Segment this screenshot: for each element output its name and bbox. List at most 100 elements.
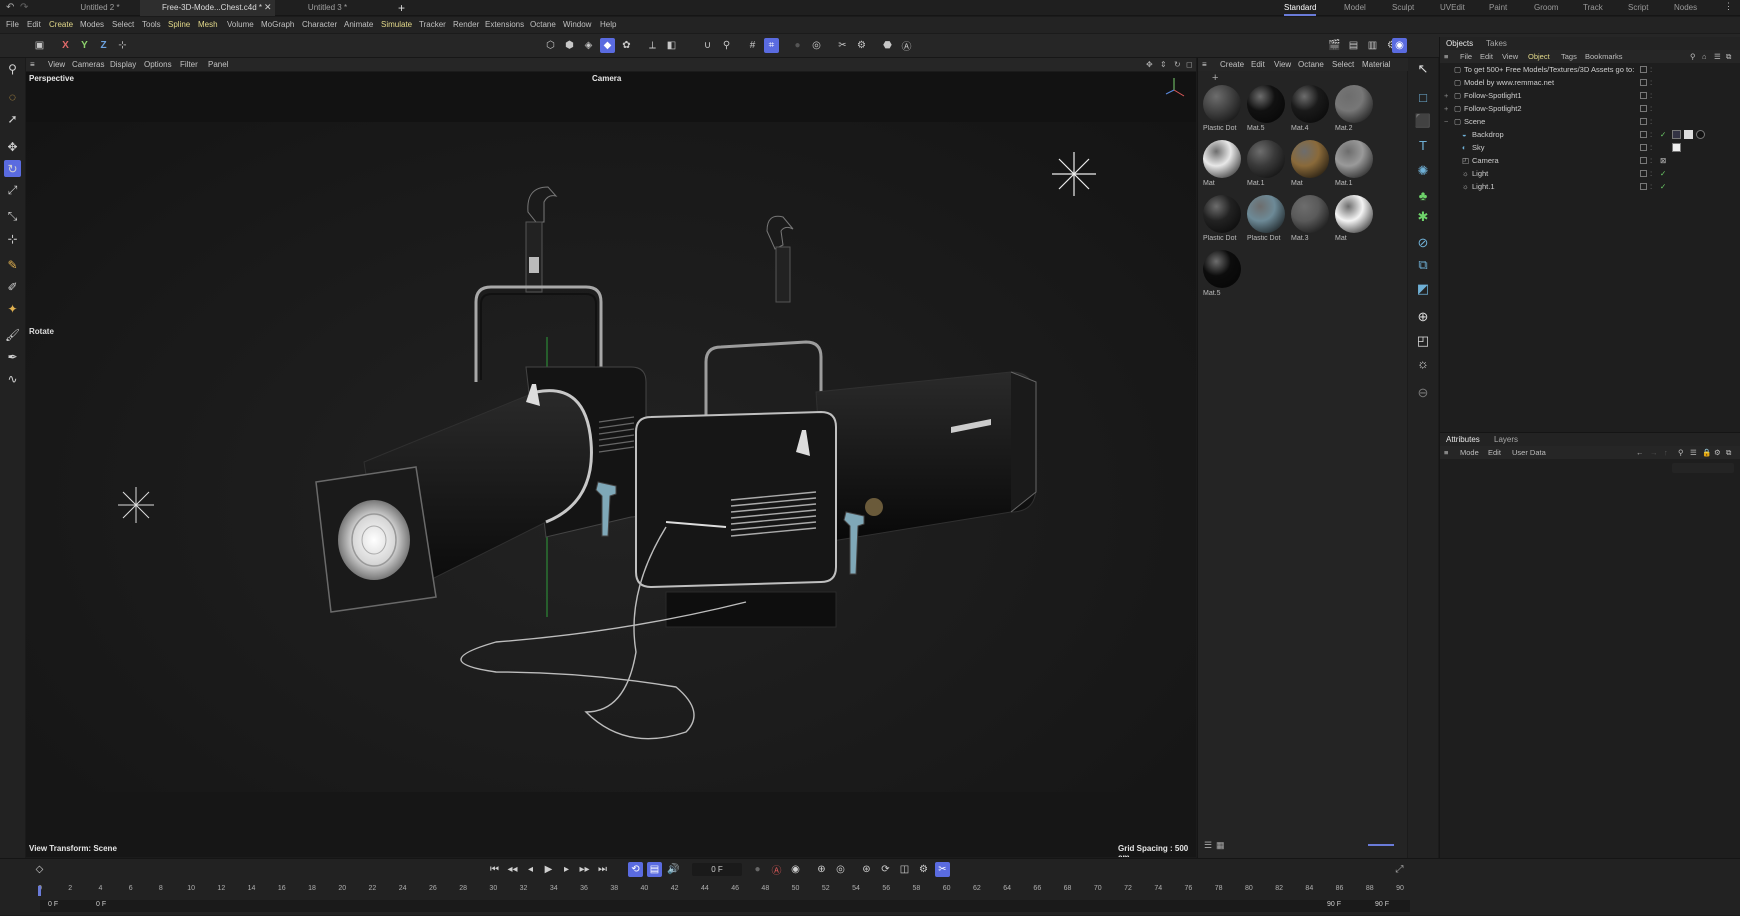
lock-icon[interactable]: 🔒 (1702, 446, 1711, 459)
object-row-spotlight1[interactable]: + ▢ Follow-Spotlight1 (1440, 89, 1740, 102)
menu-animate[interactable]: Animate (344, 17, 373, 33)
visibility-dots-icon[interactable]: : (1650, 180, 1652, 193)
menu-simulate[interactable]: Simulate (381, 17, 412, 33)
visibility-dots-icon[interactable]: : (1650, 141, 1652, 154)
expand-icon[interactable]: + (1444, 102, 1448, 115)
layout-sculpt[interactable]: Sculpt (1392, 0, 1414, 16)
object-row-camera[interactable]: ◰ Camera ⊠ (1440, 154, 1740, 167)
material-tag-icon[interactable] (1672, 143, 1681, 152)
deformer-icon-green[interactable]: ✱ (1414, 208, 1432, 226)
object-row-spotlight2[interactable]: + ▢ Follow-Spotlight2 (1440, 102, 1740, 115)
layer-checkbox[interactable] (1640, 131, 1647, 138)
objects-menu-object[interactable]: Object (1528, 50, 1550, 63)
collapse-icon[interactable]: − (1444, 115, 1448, 128)
render-region-icon[interactable]: 🎬 (1327, 38, 1342, 53)
material-swatch[interactable]: Plastic Dot (1245, 194, 1287, 246)
layout-model[interactable]: Model (1344, 0, 1366, 16)
layer-checkbox[interactable] (1640, 66, 1647, 73)
deformer-icon[interactable]: ✂ (835, 38, 850, 53)
camera-tag-icon[interactable]: ⊠ (1660, 154, 1666, 167)
menu-volume[interactable]: Volume (227, 17, 254, 33)
menu-render[interactable]: Render (453, 17, 479, 33)
octane-render-icon[interactable]: ◉ (1392, 38, 1407, 53)
tab-takes[interactable]: Takes (1486, 37, 1507, 50)
material-tag-icon[interactable] (1684, 130, 1693, 139)
menu-modes[interactable]: Modes (80, 17, 104, 33)
null-object-icon[interactable]: □ (1414, 88, 1432, 106)
layout-script[interactable]: Script (1628, 0, 1648, 16)
attributes-menu-user-data[interactable]: User Data (1512, 446, 1546, 459)
octane-live-icon[interactable]: Ⓐ (899, 38, 914, 53)
visibility-dots-icon[interactable]: : (1650, 167, 1652, 180)
pointer-icon[interactable]: ↖ (1414, 60, 1432, 78)
viewport-menu-display[interactable]: Display (110, 58, 136, 71)
coordinate-system-icon[interactable]: ⊹ (115, 38, 130, 53)
more-icon[interactable]: ⋮ (1724, 1, 1733, 12)
polygons-mode-icon[interactable]: ◈ (581, 38, 596, 53)
mograph-icon[interactable]: ♣ (1414, 186, 1432, 204)
scale-tool-icon[interactable]: ⤢ (4, 182, 21, 199)
material-swatch[interactable]: Mat.5 (1245, 84, 1287, 136)
menu-character[interactable]: Character (302, 17, 337, 33)
viewport-pan-icon[interactable]: ✥ (1146, 58, 1153, 71)
points-mode-icon[interactable]: ⬡ (543, 38, 558, 53)
objects-menu-icon[interactable]: ≡ (1444, 50, 1448, 63)
viewport-menu-view[interactable]: View (48, 58, 65, 71)
layer-checkbox[interactable] (1640, 183, 1647, 190)
camera-icon[interactable]: ◰ (1414, 332, 1432, 350)
tab-layers[interactable]: Layers (1494, 433, 1518, 446)
attributes-search-icon[interactable]: ⚲ (1678, 446, 1684, 459)
objects-menu-tags[interactable]: Tags (1561, 50, 1577, 63)
objects-home-icon[interactable]: ⌂ (1702, 50, 1707, 63)
attributes-menu-mode[interactable]: Mode (1460, 446, 1479, 459)
material-tag-icon[interactable] (1672, 130, 1681, 139)
visibility-dots-icon[interactable]: : (1650, 115, 1652, 128)
axis-mode-icon[interactable]: ⟂ (645, 38, 660, 53)
spline-icon[interactable]: ◩ (1414, 280, 1432, 298)
attributes-filter-icon[interactable]: ☰ (1690, 446, 1697, 459)
select-arrow-icon[interactable]: ➚ (4, 110, 21, 127)
solo-icon[interactable]: ⚲ (719, 38, 734, 53)
layer-checkbox[interactable] (1640, 170, 1647, 177)
settings-gear-icon[interactable]: ⚙ (854, 38, 869, 53)
doc-tab-2[interactable]: Free-3D-Mode...Chest.c4d * (140, 0, 275, 16)
grid-view-icon[interactable]: ▦ (1216, 840, 1225, 851)
workplane-icon[interactable]: ● (790, 38, 805, 53)
up-arrow-icon[interactable]: ↑ (1664, 446, 1668, 459)
range-end-a[interactable]: 90 F (1327, 901, 1341, 908)
attributes-menu-icon[interactable]: ≡ (1444, 446, 1448, 459)
close-tab-icon[interactable]: ✕ (264, 2, 272, 13)
light-icon[interactable]: ☼ (1414, 354, 1432, 372)
material-swatch[interactable]: Mat.1 (1333, 139, 1375, 191)
material-swatch[interactable]: Mat.5 (1201, 249, 1243, 301)
material-menu-octane[interactable]: Octane (1298, 58, 1324, 71)
tweak-mode-icon[interactable]: ◧ (664, 38, 679, 53)
viewport-camera-label[interactable]: Camera (592, 74, 621, 83)
list-view-icon[interactable]: ☰ (1204, 840, 1212, 851)
preview-size-slider[interactable] (1368, 844, 1394, 846)
rotate-tool-icon[interactable]: ↻ (4, 160, 21, 177)
visibility-dots-icon[interactable]: : (1650, 154, 1652, 167)
texture-mode-icon[interactable]: ✿ (619, 38, 634, 53)
menu-spline[interactable]: Spline (168, 17, 190, 33)
objects-menu-bookmarks[interactable]: Bookmarks (1585, 50, 1623, 63)
object-row-scene[interactable]: − ▢ Scene (1440, 115, 1740, 128)
visibility-dots-icon[interactable]: : (1650, 102, 1652, 115)
new-tab-button[interactable]: + (398, 0, 412, 16)
expand-icon[interactable]: + (1444, 89, 1448, 102)
layout-groom[interactable]: Groom (1534, 0, 1558, 16)
brush-icon[interactable]: 🖌 (4, 326, 21, 343)
knife-icon[interactable]: ∿ (4, 370, 21, 387)
doc-tab-3[interactable]: Untitled 3 * (290, 0, 365, 16)
undo-icon[interactable]: ↶ (6, 2, 14, 13)
render-picture-viewer-icon[interactable]: ▥ (1365, 38, 1380, 53)
cube-icon[interactable]: ⬛ (1414, 112, 1432, 130)
attributes-search-field[interactable] (1672, 463, 1734, 473)
paint-icon[interactable]: ✒ (4, 348, 21, 365)
octane-icon[interactable]: ⬣ (880, 38, 895, 53)
objects-menu-edit[interactable]: Edit (1480, 50, 1493, 63)
object-row-info[interactable]: ▢ To get 500+ Free Models/Textures/3D As… (1440, 63, 1740, 76)
objects-menu-file[interactable]: File (1460, 50, 1472, 63)
sketch-icon[interactable]: ✐ (4, 278, 21, 295)
menu-mesh[interactable]: Mesh (198, 17, 218, 33)
